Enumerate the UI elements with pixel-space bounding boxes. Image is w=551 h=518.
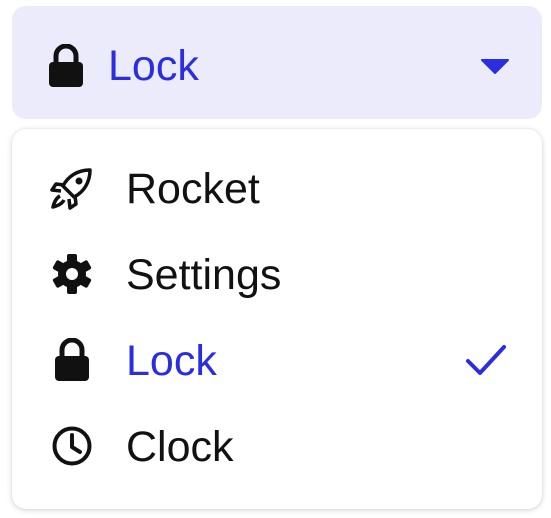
- menu-item-label: Settings: [126, 251, 282, 299]
- caret-down-icon: [481, 59, 509, 74]
- dropdown-menu: Rocket Settings Lock Clock: [12, 129, 542, 509]
- menu-item-clock[interactable]: Clock: [12, 404, 542, 490]
- clock-icon: [52, 426, 92, 466]
- menu-item-label: Clock: [126, 423, 234, 471]
- lock-icon: [49, 44, 83, 87]
- menu-item-label: Rocket: [126, 165, 260, 213]
- selected-value-label: Lock: [108, 42, 199, 90]
- menu-item-settings[interactable]: Settings: [12, 232, 542, 318]
- select-trigger[interactable]: Lock: [12, 6, 542, 119]
- checkmark-icon: [466, 345, 506, 375]
- menu-item-rocket[interactable]: Rocket: [12, 146, 542, 232]
- menu-item-lock[interactable]: Lock: [12, 318, 542, 404]
- menu-item-label: Lock: [126, 337, 217, 385]
- rocket-icon: [50, 168, 92, 210]
- lock-icon: [55, 338, 89, 381]
- gear-icon: [52, 254, 92, 294]
